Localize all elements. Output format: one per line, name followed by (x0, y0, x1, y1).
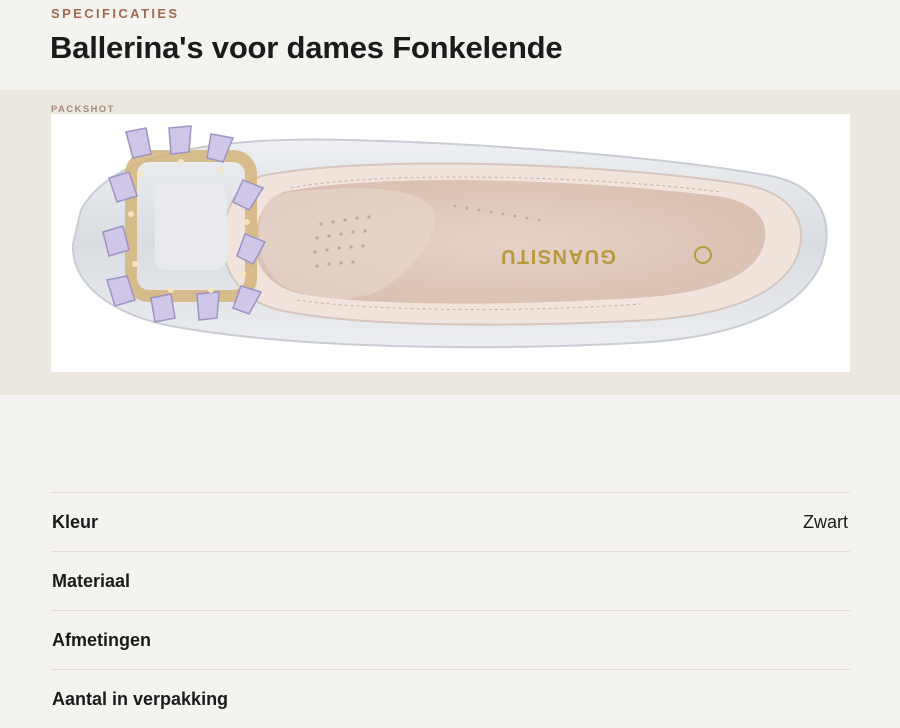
spec-table: Kleur Zwart Materiaal Afmetingen Aantal … (51, 492, 850, 728)
product-packshot-image[interactable]: GUANSITU (51, 114, 850, 372)
brand-stamp-text: GUANSITU (500, 245, 616, 267)
spec-value: Zwart (803, 511, 848, 532)
spec-label: Kleur (52, 511, 99, 532)
spec-row-materiaal: Materiaal (51, 551, 850, 610)
section-eyebrow: SPECIFICATIES (51, 6, 180, 21)
spec-label: Aantal in verpakking (52, 688, 229, 709)
shoe-illustration: GUANSITU (71, 125, 828, 349)
spec-label: Materiaal (52, 570, 131, 591)
spec-row-aantal: Aantal in verpakking (51, 669, 850, 728)
spec-row-afmetingen: Afmetingen (51, 610, 850, 669)
page-title: Ballerina's voor dames Fonkelende (50, 30, 563, 65)
spec-label: Afmetingen (52, 629, 151, 650)
spec-header: SPECIFICATIES Ballerina's voor dames Fon… (0, 0, 900, 90)
spec-row-kleur: Kleur Zwart (51, 492, 850, 551)
